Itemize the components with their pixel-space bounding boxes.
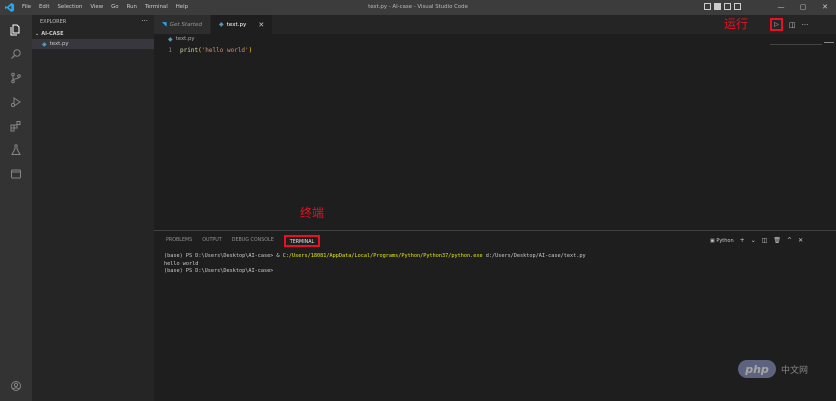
close-tab-icon[interactable]: ✕	[258, 21, 264, 29]
chevron-down-icon[interactable]: ⌄	[751, 237, 756, 244]
tab-output[interactable]: OUTPUT	[202, 235, 222, 247]
code-string: 'hello world'	[201, 46, 249, 54]
python-file-icon: ◆	[168, 35, 173, 43]
terminal-line: (base) PS D:\Users\Desktop\AI-case>	[164, 268, 586, 276]
toggle-panel-icon[interactable]	[714, 3, 721, 10]
close-window-button[interactable]: ✕	[814, 0, 836, 15]
minimap[interactable]	[770, 44, 822, 45]
terminal-prompt: (base) PS D:\Users\Desktop\AI-case>	[164, 268, 274, 274]
watermark: php 中文网	[738, 360, 808, 378]
vscode-tab-icon: ◥	[162, 21, 167, 28]
menu-selection[interactable]: Selection	[53, 0, 86, 15]
editor-actions: ▷ ◫ ···	[770, 15, 808, 34]
more-actions-icon[interactable]: ···	[802, 21, 809, 29]
source-control-icon[interactable]	[0, 67, 32, 89]
tab-problems[interactable]: PROBLEMS	[166, 235, 192, 247]
tab-debug-console[interactable]: DEBUG CONSOLE	[232, 235, 274, 247]
search-icon[interactable]	[0, 43, 32, 65]
title-bar: File Edit Selection View Go Run Terminal…	[0, 0, 836, 15]
remote-explorer-icon[interactable]	[0, 163, 32, 185]
terminal-output[interactable]: (base) PS D:\Users\Desktop\AI-case> & C:…	[164, 253, 586, 276]
explorer-title: EXPLORER	[40, 19, 67, 25]
panel-tabs: PROBLEMS OUTPUT DEBUG CONSOLE TERMINAL	[154, 231, 321, 250]
split-editor-icon[interactable]: ◫	[789, 21, 796, 29]
chevron-down-icon: ⌄	[35, 31, 40, 37]
terminal-line: (base) PS D:\Users\Desktop\AI-case> & C:…	[164, 253, 586, 261]
terminal-output-text: hello world	[164, 260, 199, 267]
tab-label: text.py	[226, 21, 247, 28]
vscode-logo-icon	[0, 0, 18, 15]
code-function: print	[180, 46, 199, 54]
explorer-sidebar: EXPLORER ··· ⌄ AI-CASE ◆ text.py	[32, 15, 154, 401]
php-logo-icon: php	[738, 360, 776, 378]
python-file-icon: ◆	[219, 21, 224, 28]
customize-layout-icon[interactable]	[734, 3, 741, 10]
toggle-sidebar-icon[interactable]	[704, 3, 711, 10]
tab-text-py[interactable]: ◆ text.py ✕	[211, 15, 274, 34]
extensions-icon[interactable]	[0, 115, 32, 137]
terminal-command-path: C:/Users/18081/AppData/Local/Programs/Py…	[282, 253, 483, 259]
minimap-slider[interactable]	[824, 42, 834, 43]
panel-actions: ▣ Python + ⌄ ◫ 🗑 ^ ✕	[710, 231, 803, 250]
line-number: 1	[168, 46, 172, 54]
run-debug-icon[interactable]	[0, 91, 32, 113]
menu-bar: File Edit Selection View Go Run Terminal…	[18, 0, 192, 15]
terminal-annotation: 终端	[300, 206, 325, 220]
tab-get-started[interactable]: ◥ Get Started	[154, 15, 212, 34]
breadcrumb[interactable]: ◆ text.py	[154, 34, 195, 44]
code-paren-close: )	[248, 46, 253, 54]
terminal-prompt: (base) PS D:\Users\Desktop\AI-case> &	[164, 253, 283, 259]
new-terminal-icon[interactable]: +	[740, 237, 745, 244]
activity-bar	[0, 15, 32, 401]
window-controls: — ▢ ✕	[770, 0, 836, 15]
maximize-button[interactable]: ▢	[792, 0, 814, 15]
testing-icon[interactable]	[0, 139, 32, 161]
close-panel-icon[interactable]: ✕	[798, 237, 803, 244]
terminal-line: hello world	[164, 261, 586, 269]
maximize-panel-icon[interactable]: ^	[787, 237, 792, 244]
run-icon: ▷	[774, 21, 779, 28]
menu-run[interactable]: Run	[123, 0, 141, 15]
menu-file[interactable]: File	[18, 0, 35, 15]
file-label: text.py	[49, 41, 69, 47]
menu-view[interactable]: View	[86, 0, 107, 15]
layout-controls	[704, 3, 741, 10]
menu-go[interactable]: Go	[107, 0, 122, 15]
run-python-button[interactable]: ▷	[770, 18, 783, 31]
tab-terminal[interactable]: TERMINAL	[283, 234, 321, 247]
menu-edit[interactable]: Edit	[35, 0, 53, 15]
explorer-header: EXPLORER ···	[32, 15, 154, 29]
python-file-icon: ◆	[42, 40, 47, 48]
menu-terminal[interactable]: Terminal	[141, 0, 172, 15]
split-terminal-icon[interactable]: ◫	[762, 237, 768, 244]
account-icon[interactable]	[0, 375, 32, 397]
tab-label: Get Started	[169, 21, 203, 28]
run-annotation: 运行	[724, 17, 749, 31]
folder-label: AI-CASE	[41, 31, 64, 37]
code-line[interactable]: 1 print('hello world')	[154, 44, 252, 56]
folder-item[interactable]: ⌄ AI-CASE	[32, 29, 154, 39]
menu-help[interactable]: Help	[172, 0, 192, 15]
terminal-command-arg: d:/Users/Desktop/AI-case/text.py	[482, 253, 586, 259]
toggle-secondary-sidebar-icon[interactable]	[724, 3, 731, 10]
minimize-button[interactable]: —	[770, 0, 792, 15]
watermark-text: 中文网	[781, 365, 809, 376]
trash-icon[interactable]: 🗑	[773, 237, 781, 244]
files-icon[interactable]	[0, 19, 32, 41]
explorer-more-icon[interactable]: ···	[141, 15, 148, 29]
terminal-shell-selector[interactable]: ▣ Python	[710, 238, 734, 244]
file-item[interactable]: ◆ text.py	[32, 39, 154, 49]
bottom-panel: 终端 PROBLEMS OUTPUT DEBUG CONSOLE TERMINA…	[154, 206, 836, 401]
breadcrumb-label: text.py	[175, 36, 195, 42]
shell-label: Python	[716, 237, 734, 244]
